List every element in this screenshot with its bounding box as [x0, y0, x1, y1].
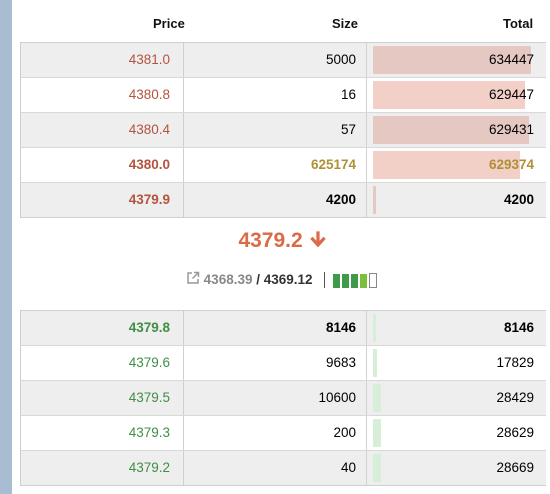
- total-cell: 629431: [366, 113, 547, 147]
- size-cell: 5000: [325, 52, 356, 67]
- price-cell[interactable]: 4380.0: [21, 148, 184, 182]
- depth-bar: [373, 186, 376, 214]
- total-cell: 28629: [366, 416, 547, 450]
- divider: [324, 272, 326, 289]
- arrow-down-icon: [309, 229, 327, 252]
- strength-bar: [369, 273, 378, 289]
- strength-bar: [351, 273, 359, 288]
- asks-table: 4381.0 5000 634447 4380.8 16 629447 4380.4 57 62…: [20, 42, 546, 218]
- total-value: 28429: [496, 390, 534, 405]
- order-row[interactable]: 4380.0 625174 629374: [21, 147, 546, 182]
- total-value: 629431: [488, 122, 534, 137]
- total-cell: 17829: [366, 346, 547, 380]
- price-cell[interactable]: 4379.2: [21, 451, 184, 485]
- index-price: 4369.12: [263, 272, 313, 287]
- depth-bar: [373, 349, 377, 377]
- price-cell[interactable]: 4380.4: [21, 113, 184, 147]
- size-cell: 40: [340, 460, 356, 475]
- order-row[interactable]: 4379.3 200 28629: [21, 415, 546, 450]
- depth-bar: [373, 454, 381, 482]
- last-price-value: 4379.2: [238, 229, 303, 252]
- mark-price: 4368.39: [203, 272, 253, 287]
- order-row[interactable]: 4379.6 9683 17829: [21, 345, 546, 380]
- total-cell: 28429: [366, 381, 547, 415]
- total-value: 4200: [503, 192, 534, 207]
- size-cell: 10600: [318, 390, 356, 405]
- size-cell: 200: [333, 425, 356, 440]
- price-cell[interactable]: 4381.0: [21, 43, 184, 77]
- depth-bar: [373, 314, 376, 342]
- order-book-panel: Price Size Total 4381.0 5000 634447 4380.8 1…: [15, 0, 550, 494]
- total-cell: 634447: [366, 43, 547, 77]
- total-cell: 28669: [366, 451, 547, 485]
- total-value: 28669: [496, 460, 534, 475]
- total-value: 629374: [488, 157, 534, 172]
- total-value: 8146: [503, 320, 534, 335]
- total-cell: 629447: [366, 78, 547, 112]
- bids-table: 4379.8 8146 8146 4379.6 9683 17829 4379.5 10600…: [20, 310, 546, 486]
- total-cell: 629374: [366, 148, 547, 182]
- order-row[interactable]: 4380.8 16 629447: [21, 77, 546, 112]
- total-cell: 8146: [366, 311, 547, 345]
- order-row[interactable]: 4381.0 5000 634447: [21, 43, 546, 77]
- external-link-icon[interactable]: [186, 271, 204, 287]
- price-cell[interactable]: 4379.8: [21, 311, 184, 345]
- depth-bar: [373, 419, 381, 447]
- size-cell: 57: [340, 122, 356, 137]
- size-cell: 8146: [325, 320, 356, 335]
- strength-bar: [333, 273, 341, 288]
- size-cell: 4200: [325, 192, 356, 207]
- order-row[interactable]: 4379.9 4200 4200: [21, 182, 546, 217]
- price-cell[interactable]: 4379.9: [21, 183, 184, 217]
- total-value: 629447: [488, 87, 534, 102]
- size-cell: 16: [340, 87, 356, 102]
- size-cell: 625174: [310, 157, 356, 172]
- last-price: 4379.2: [15, 229, 550, 253]
- total-value: 17829: [496, 355, 534, 370]
- price-cell[interactable]: 4379.6: [21, 346, 184, 380]
- price-cell[interactable]: 4379.3: [21, 416, 184, 450]
- order-row[interactable]: 4379.2 40 28669: [21, 450, 546, 485]
- column-headers: Price Size Total: [15, 0, 550, 44]
- price-header[interactable]: Price: [153, 16, 185, 31]
- depth-bar: [373, 384, 381, 412]
- total-header[interactable]: Total: [503, 16, 533, 31]
- total-value: 28629: [496, 425, 534, 440]
- window-left-border: [0, 0, 12, 494]
- size-cell: 9683: [325, 355, 356, 370]
- price-separator: /: [252, 272, 264, 287]
- order-row[interactable]: 4379.5 10600 28429: [21, 380, 546, 415]
- order-row[interactable]: 4379.8 8146 8146: [21, 311, 546, 345]
- total-cell: 4200: [366, 183, 547, 217]
- price-cell[interactable]: 4380.8: [21, 78, 184, 112]
- price-cell[interactable]: 4379.5: [21, 381, 184, 415]
- strength-bar: [342, 273, 350, 288]
- strength-bar: [360, 273, 368, 288]
- connection-strength-indicator: [333, 272, 379, 289]
- order-row[interactable]: 4380.4 57 629431: [21, 112, 546, 147]
- size-header[interactable]: Size: [332, 16, 358, 31]
- total-value: 634447: [488, 52, 534, 67]
- index-price-row: 4368.39 / 4369.12: [15, 271, 550, 289]
